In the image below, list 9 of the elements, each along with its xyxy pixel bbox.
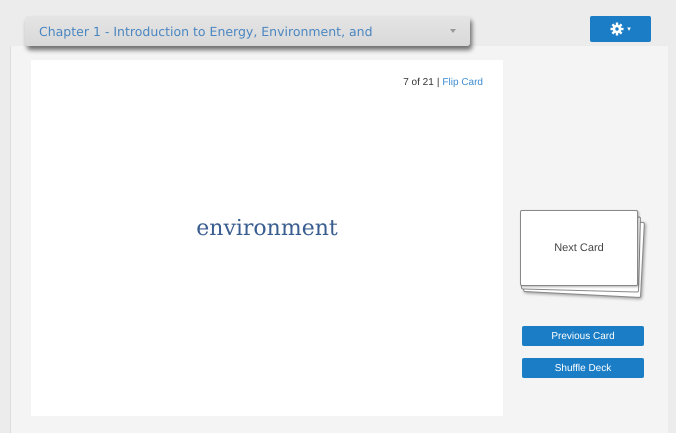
flip-card-link[interactable]: Flip Card bbox=[442, 77, 483, 88]
deck-button[interactable]: Shuffle Deck bbox=[522, 358, 644, 378]
separator: | bbox=[436, 77, 440, 88]
deck-button[interactable]: Previous Card bbox=[522, 326, 644, 346]
card-term: environment bbox=[196, 216, 338, 241]
settings-icon bbox=[610, 22, 624, 36]
caret-icon bbox=[450, 29, 456, 33]
card-counter: 7 of 21 bbox=[403, 77, 434, 88]
deck-dropdown[interactable]: Chapter 1 - Introduction to Energy, Environment, and bbox=[25, 16, 470, 46]
